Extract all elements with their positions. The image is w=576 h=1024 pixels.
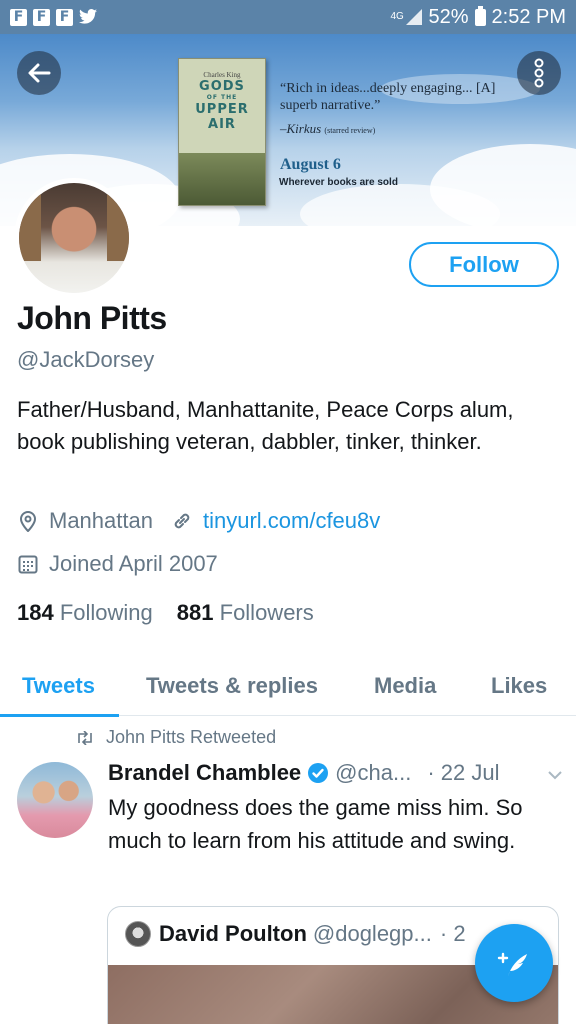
- retweet-icon: [78, 730, 92, 745]
- network-type-label: 4G: [390, 11, 404, 22]
- tweet-header: Brandel Chamblee @cha... · 22 Jul: [108, 760, 563, 786]
- quoted-author-avatar: [125, 921, 151, 947]
- back-button[interactable]: [17, 51, 61, 95]
- facebook-icon: F: [56, 8, 73, 26]
- profile-avatar[interactable]: [14, 178, 134, 298]
- book-title-line: GODS: [199, 79, 245, 94]
- map-pin-icon: [17, 510, 39, 532]
- chevron-down-icon[interactable]: [547, 760, 563, 786]
- quoted-author-handle: @doglegp...: [312, 921, 432, 946]
- quoted-tweet-header: David Poulton @doglegp... · 2: [125, 921, 466, 947]
- follow-counts: 184 Following 881 Followers: [17, 600, 314, 626]
- followers-count: 881: [176, 600, 214, 625]
- followers-label: Followers: [219, 600, 314, 625]
- profile-joined-date: Joined April 2007: [49, 551, 218, 576]
- quote-source-name: –Kirkus: [280, 121, 322, 136]
- tweet-timestamp[interactable]: · 22 Jul: [427, 760, 499, 786]
- banner-release-date: August 6: [280, 156, 341, 173]
- book-title-line: AIR: [208, 117, 236, 132]
- following-count-link[interactable]: 184 Following: [17, 600, 153, 626]
- verified-badge-icon: [307, 762, 329, 784]
- tab-likes[interactable]: Likes: [491, 656, 547, 716]
- signal-icon: [406, 9, 423, 25]
- profile-tabs: Tweets Tweets & replies Media Likes: [0, 656, 576, 717]
- status-bar: F F F 4G 52% 2:52 PM: [0, 0, 576, 34]
- arrow-left-icon: [28, 63, 51, 83]
- quoted-author-name: David Poulton: [159, 921, 307, 946]
- avatar-background-shelf: [107, 191, 129, 261]
- profile-location: Manhattan: [49, 508, 153, 533]
- tweet-author-avatar[interactable]: [17, 762, 93, 838]
- battery-percent: 52%: [428, 5, 469, 28]
- clock: 2:52 PM: [491, 5, 566, 28]
- facebook-icon: F: [33, 8, 50, 26]
- battery-icon: [474, 5, 486, 26]
- system-status: 4G 52% 2:52 PM: [390, 5, 566, 29]
- tweet-author-name[interactable]: Brandel Chamblee: [108, 760, 301, 786]
- following-count: 184: [17, 600, 54, 625]
- profile-name: John Pitts: [17, 300, 167, 336]
- book-cover-landscape: [179, 153, 265, 205]
- link-icon: [171, 510, 193, 532]
- profile-meta-location-website: Manhattan tinyurl.com/cfeu8v: [17, 508, 380, 534]
- book-title-line: OF THE: [206, 94, 238, 101]
- book-title-line: UPPER: [195, 102, 249, 117]
- banner-quote-source: –Kirkus (starred review): [280, 121, 375, 137]
- cloud-shape: [430, 144, 576, 226]
- followers-count-link[interactable]: 881 Followers: [177, 600, 314, 626]
- notification-icons: F F F: [10, 8, 97, 26]
- quoted-tweet-timestamp: · 2: [439, 921, 466, 946]
- profile-handle: @JackDorsey: [17, 347, 155, 372]
- tab-media[interactable]: Media: [374, 656, 436, 716]
- tab-tweets-and-replies[interactable]: Tweets & replies: [146, 656, 318, 716]
- banner-quote: “Rich in ideas...deeply engaging... [A] …: [280, 81, 496, 113]
- retweet-context-label: John Pitts Retweeted: [106, 727, 277, 747]
- facebook-icon: F: [10, 8, 27, 26]
- follow-button[interactable]: Follow: [409, 242, 559, 287]
- tab-tweets[interactable]: Tweets: [0, 656, 119, 717]
- more-options-button[interactable]: [517, 51, 561, 95]
- profile-meta-joined: Joined April 2007: [17, 551, 218, 577]
- calendar-icon: [17, 553, 39, 575]
- twitter-bird-icon: [79, 8, 97, 26]
- profile-website-link[interactable]: tinyurl.com/cfeu8v: [203, 508, 380, 534]
- vertical-dots-icon: [534, 58, 544, 88]
- tweet-text: My goodness does the game miss him. So m…: [108, 795, 523, 853]
- book-title: GODS OF THE UPPER AIR: [179, 79, 265, 132]
- profile-bio: Father/Husband, Manhattanite, Peace Corp…: [17, 397, 514, 454]
- book-cover: Charles King GODS OF THE UPPER AIR: [178, 58, 266, 206]
- tweet-author-handle: @cha...: [335, 760, 412, 785]
- compose-feather-icon: [497, 952, 527, 976]
- avatar-background-shelf: [19, 191, 41, 261]
- quote-source-note: (starred review): [324, 126, 376, 135]
- book-author: Charles King: [203, 71, 241, 79]
- compose-tweet-button[interactable]: [475, 924, 553, 1002]
- retweet-context: John Pitts Retweeted: [76, 727, 276, 748]
- banner-availability: Wherever books are sold: [279, 177, 398, 188]
- following-label: Following: [59, 600, 153, 625]
